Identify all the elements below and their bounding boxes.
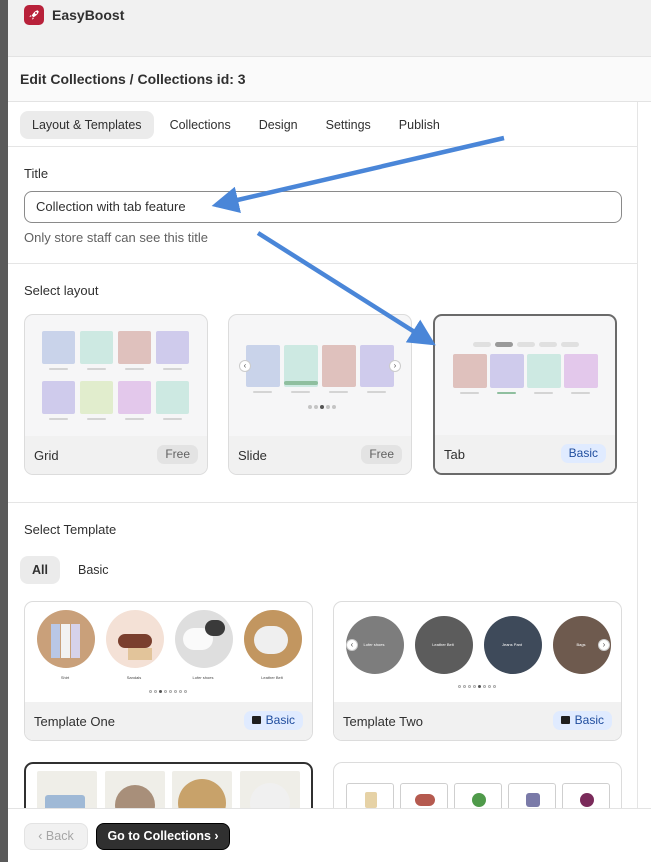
- annotation-arrow: [211, 135, 505, 214]
- annotation-arrow: [256, 231, 436, 346]
- annotation-arrows: [211, 135, 505, 346]
- app-window: EasyBoost Edit Collections / Collections…: [8, 0, 651, 862]
